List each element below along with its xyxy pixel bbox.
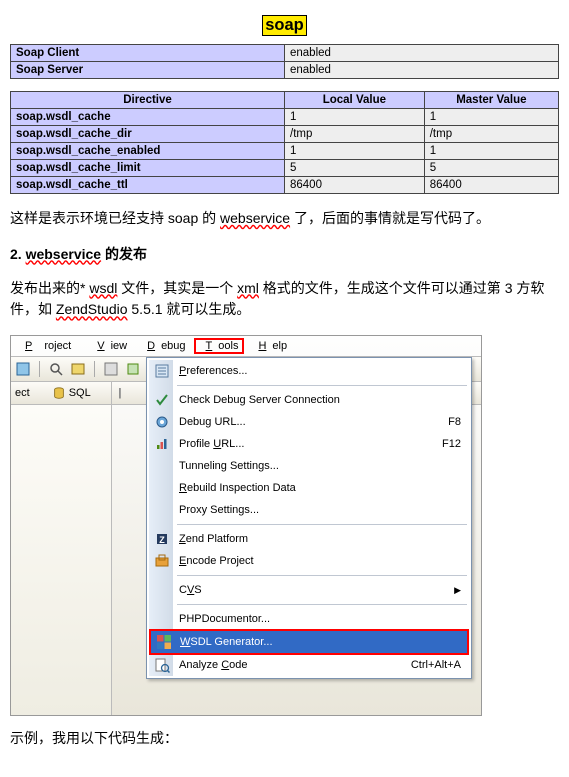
table-row: soap.wsdl_cache_dir/tmp/tmp	[11, 126, 559, 143]
menu-item-zend-platform[interactable]: Z Zend Platform	[149, 528, 469, 550]
tools-dropdown-menu: Preferences... Check Debug Server Connec…	[146, 357, 472, 679]
svg-text:Z: Z	[159, 535, 165, 545]
menu-separator	[177, 524, 467, 525]
toolbar-icon-1[interactable]	[15, 361, 31, 377]
sql-icon[interactable]: SQL	[52, 386, 91, 400]
toolbar-separator	[39, 361, 40, 377]
table-row: soap.wsdl_cache11	[11, 109, 559, 126]
menu-help[interactable]: Help	[246, 338, 293, 354]
menu-item-check-debug[interactable]: Check Debug Server Connection	[149, 389, 469, 411]
zend-icon: Z	[153, 530, 171, 548]
menu-debug[interactable]: Debug	[135, 338, 191, 354]
ect-label: ect	[15, 387, 30, 399]
th-directive: Directive	[11, 92, 285, 109]
th-master-value: Master Value	[424, 92, 558, 109]
toolbar-icon-5[interactable]	[125, 361, 141, 377]
wsdl-icon	[155, 633, 173, 651]
debug-icon	[153, 413, 171, 431]
toolbar-icon-3[interactable]	[70, 361, 86, 377]
menu-item-wsdl-generator[interactable]: WSDL Generator...	[150, 630, 468, 654]
th-local-value: Local Value	[285, 92, 425, 109]
menubar: Project View Debug Tools Help	[11, 336, 481, 357]
menu-view[interactable]: View	[85, 338, 133, 354]
menu-item-profile-url[interactable]: Profile URL... F12	[149, 433, 469, 455]
menu-project[interactable]: Project	[13, 338, 83, 354]
menu-item-debug-url[interactable]: Debug URL... F8	[149, 411, 469, 433]
label-cell: Soap Server	[11, 62, 285, 79]
section-header-2: 2. webservice 的发布	[10, 244, 559, 264]
left-pane	[11, 405, 112, 715]
menu-tools[interactable]: Tools	[194, 338, 245, 354]
ide-screenshot: Project View Debug Tools Help ect SQL ||	[10, 335, 482, 716]
table-header-row: Directive Local Value Master Value	[11, 92, 559, 109]
footer-text: 示例，我用以下代码生成：	[10, 728, 559, 748]
soap-banner: soap	[262, 15, 307, 36]
table-row: soap.wsdl_cache_ttl8640086400	[11, 177, 559, 194]
value-cell: enabled	[285, 62, 559, 79]
search-icon[interactable]	[48, 361, 64, 377]
menu-item-rebuild[interactable]: Rebuild Inspection Data	[149, 477, 469, 499]
soap-enabled-table: Soap Client enabled Soap Server enabled	[10, 44, 559, 79]
menu-item-tunneling[interactable]: Tunneling Settings...	[149, 455, 469, 477]
toolbar-separator	[94, 361, 95, 377]
table-row: soap.wsdl_cache_limit55	[11, 160, 559, 177]
menu-item-encode-project[interactable]: Encode Project	[149, 550, 469, 572]
soap-directives-table: Directive Local Value Master Value soap.…	[10, 91, 559, 194]
table-row: Soap Client enabled	[11, 45, 559, 62]
menu-item-proxy[interactable]: Proxy Settings...	[149, 499, 469, 521]
table-row: Soap Server enabled	[11, 62, 559, 79]
paragraph-1: 这样是表示环境已经支持 soap 的 webservice 了，后面的事情就是写…	[10, 208, 559, 230]
menu-item-analyze-code[interactable]: Analyze Code Ctrl+Alt+A	[149, 654, 469, 676]
profile-icon	[153, 435, 171, 453]
check-icon	[153, 391, 171, 409]
menu-separator	[177, 385, 467, 386]
value-cell: enabled	[285, 45, 559, 62]
menu-item-cvs[interactable]: CVS ▶	[149, 579, 469, 601]
menu-separator	[177, 604, 467, 605]
menu-item-phpdocumentor[interactable]: PHPDocumentor...	[149, 608, 469, 630]
menu-separator	[177, 575, 467, 576]
toolbar-icon-4[interactable]	[103, 361, 119, 377]
submenu-arrow-icon: ▶	[454, 585, 461, 596]
label-cell: Soap Client	[11, 45, 285, 62]
preferences-icon	[153, 362, 171, 380]
shortcut-label: Ctrl+Alt+A	[411, 659, 461, 671]
paragraph-2: 发布出来的* wsdl 文件，其实是一个 xml 格式的文件，生成这个文件可以通…	[10, 278, 559, 321]
shortcut-label: F8	[448, 416, 461, 428]
encode-icon	[153, 552, 171, 570]
menu-item-preferences[interactable]: Preferences...	[149, 360, 469, 382]
shortcut-label: F12	[442, 438, 461, 450]
table-row: soap.wsdl_cache_enabled11	[11, 143, 559, 160]
analyze-icon	[153, 656, 171, 674]
